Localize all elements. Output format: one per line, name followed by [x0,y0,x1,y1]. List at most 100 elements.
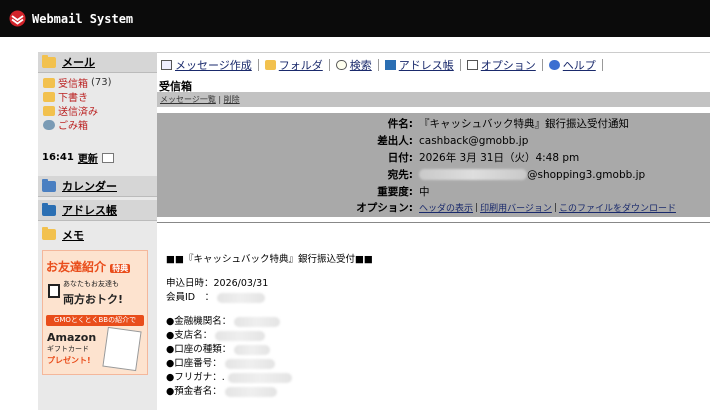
sent-icon [43,105,55,116]
sidebar-mail-header[interactable]: メール [38,52,157,73]
date-label: 日付: [387,152,413,164]
app-title: Webmail System [32,11,134,26]
furigana-label: ●フリガナ：. [166,372,225,383]
folder-button[interactable]: フォルダ [259,57,330,73]
sidebar-item-label[interactable]: 受信箱 [58,75,88,90]
priority-value: 中 [419,186,430,198]
promo-card-label: ギフトカード [47,345,89,353]
header-priority-row: 重要度: 中 [157,183,710,200]
compose-icon [161,59,172,70]
options-separator: | [475,202,479,213]
date-value: 2026年 3月 31日（火）4:48 pm [419,152,580,164]
compose-label[interactable]: メッセージ作成 [175,57,252,73]
addressbook-icon [384,59,396,70]
sidebar-item-sent[interactable]: 送信済み [43,103,98,118]
message-account-number: ●口座番号： [166,355,275,369]
priority-label: 重要度: [377,186,413,198]
promo-badge: 特典 [110,264,131,273]
search-label[interactable]: 検索 [350,57,372,73]
redacted-recipient [419,169,527,180]
addressbook-button[interactable]: アドレス帳 [379,57,461,73]
search-button[interactable]: 検索 [330,57,379,73]
sidebar-item-inbox[interactable]: 受信箱 (73) [43,75,112,90]
member-id-label: 会員ID ： [166,292,215,303]
sidebar-item-label[interactable]: 送信済み [58,103,98,118]
refresh-link[interactable]: 更新 [78,150,98,165]
sidebar-addressbook[interactable]: アドレス帳 [38,200,157,221]
delete-link[interactable]: 削除 [224,95,240,104]
header-options-row: オプション: ヘッダの表示 | 印刷用バージョン | このファイルをダウンロード [157,199,710,216]
options-label: オプション: [356,202,413,214]
breadcrumb: メッセージ一覧 | 削除 [157,92,710,107]
help-button[interactable]: ヘルプ [543,57,603,73]
promo-headline: お友達紹介 特典 [46,258,131,275]
breadcrumb-separator: | [218,95,222,104]
subject-label: 件名: [387,118,413,130]
sidebar-addressbook-link[interactable]: アドレス帳 [62,202,117,218]
help-icon [548,59,560,70]
refresh-icon[interactable] [101,152,114,163]
redacted-value [224,386,277,397]
message-member-id: 会員ID ： [166,289,266,303]
redacted-value [215,330,266,341]
redacted-value [234,344,271,355]
redacted-value [234,316,281,327]
sidebar-item-drafts[interactable]: 下書き [43,89,88,104]
compose-button[interactable]: メッセージ作成 [161,57,259,73]
message-title: ■■『キャッシュバック特典』銀行振込受付■■ [166,254,373,265]
promo-brand: Amazon [47,331,97,344]
download-link[interactable]: このファイルをダウンロード [559,201,676,214]
sidebar-mail-link[interactable]: メール [62,54,95,70]
addressbook-icon [42,202,56,216]
trash-icon [43,119,55,130]
sidebar-calendar-link[interactable]: カレンダー [62,178,117,194]
header-from-row: 差出人: cashback@gmobb.jp [157,132,710,149]
options-icon [466,59,478,70]
sidebar-item-label[interactable]: ごみ箱 [58,117,88,132]
print-version-link[interactable]: 印刷用バージョン [480,201,552,214]
sidebar-item-label[interactable]: 下書き [58,89,88,104]
current-time: 16:41 [42,152,74,163]
to-label: 宛先: [387,169,413,181]
addressbook-label[interactable]: アドレス帳 [399,57,454,73]
message-list-link[interactable]: メッセージ一覧 [160,95,216,104]
redacted-value [224,358,275,369]
message-holder: ●預金者名： [166,383,277,397]
promo-banner[interactable]: お友達紹介 特典 あなたもお友達も 両方おトク! GMOとくとくBBの紹介で A… [42,250,148,375]
promo-headline-text: お友達紹介 [46,260,107,274]
refresh-row: 16:41 更新 [42,150,114,165]
sidebar-memo[interactable]: メモ [38,224,157,245]
options-separator: | [553,202,557,213]
show-headers-link[interactable]: ヘッダの表示 [419,201,473,214]
options-label[interactable]: オプション [481,57,536,73]
webmail-logo-icon [9,10,26,27]
folder-icon [264,59,276,70]
bank-label: ●金融機関名： [166,316,232,327]
sidebar-calendar[interactable]: カレンダー [38,176,157,197]
folder-label[interactable]: フォルダ [279,57,323,73]
gift-icon [48,284,60,298]
holder-label: ●預金者名： [166,386,222,397]
redacted-value [217,292,266,303]
promo-banner-strip: GMOとくとくBBの紹介で [46,315,144,326]
calendar-icon [42,178,56,192]
from-value: cashback@gmobb.jp [419,134,529,147]
message-furigana: ●フリガナ：. [166,369,292,383]
sidebar-item-trash[interactable]: ごみ箱 [43,117,88,132]
message-applied-date: 申込日時：2026/03/31 [166,278,269,289]
message-branch: ●支店名： [166,327,266,341]
message-body: ■■『キャッシュバック特典』銀行振込受付■■ 申込日時：2026/03/31 会… [157,222,710,410]
app-logo: Webmail System [9,10,133,27]
header-subject-row: 件名: 『キャッシュバック特典』銀行振込受付通知 [157,115,710,132]
options-button[interactable]: オプション [461,57,543,73]
account-number-label: ●口座番号： [166,358,222,369]
message-account-type: ●口座の種類： [166,341,271,355]
sidebar: メール 受信箱 (73) 下書き 送信済み ごみ箱 16:41 更新 カレンダー… [38,52,157,410]
help-label[interactable]: ヘルプ [563,57,596,73]
subject-value: 『キャッシュバック特典』銀行振込受付通知 [419,118,629,130]
account-type-label: ●口座の種類： [166,344,232,355]
unread-count: (73) [91,77,112,88]
gift-card-image [102,326,142,372]
drafts-icon [43,91,55,102]
sidebar-memo-link[interactable]: メモ [62,227,84,243]
